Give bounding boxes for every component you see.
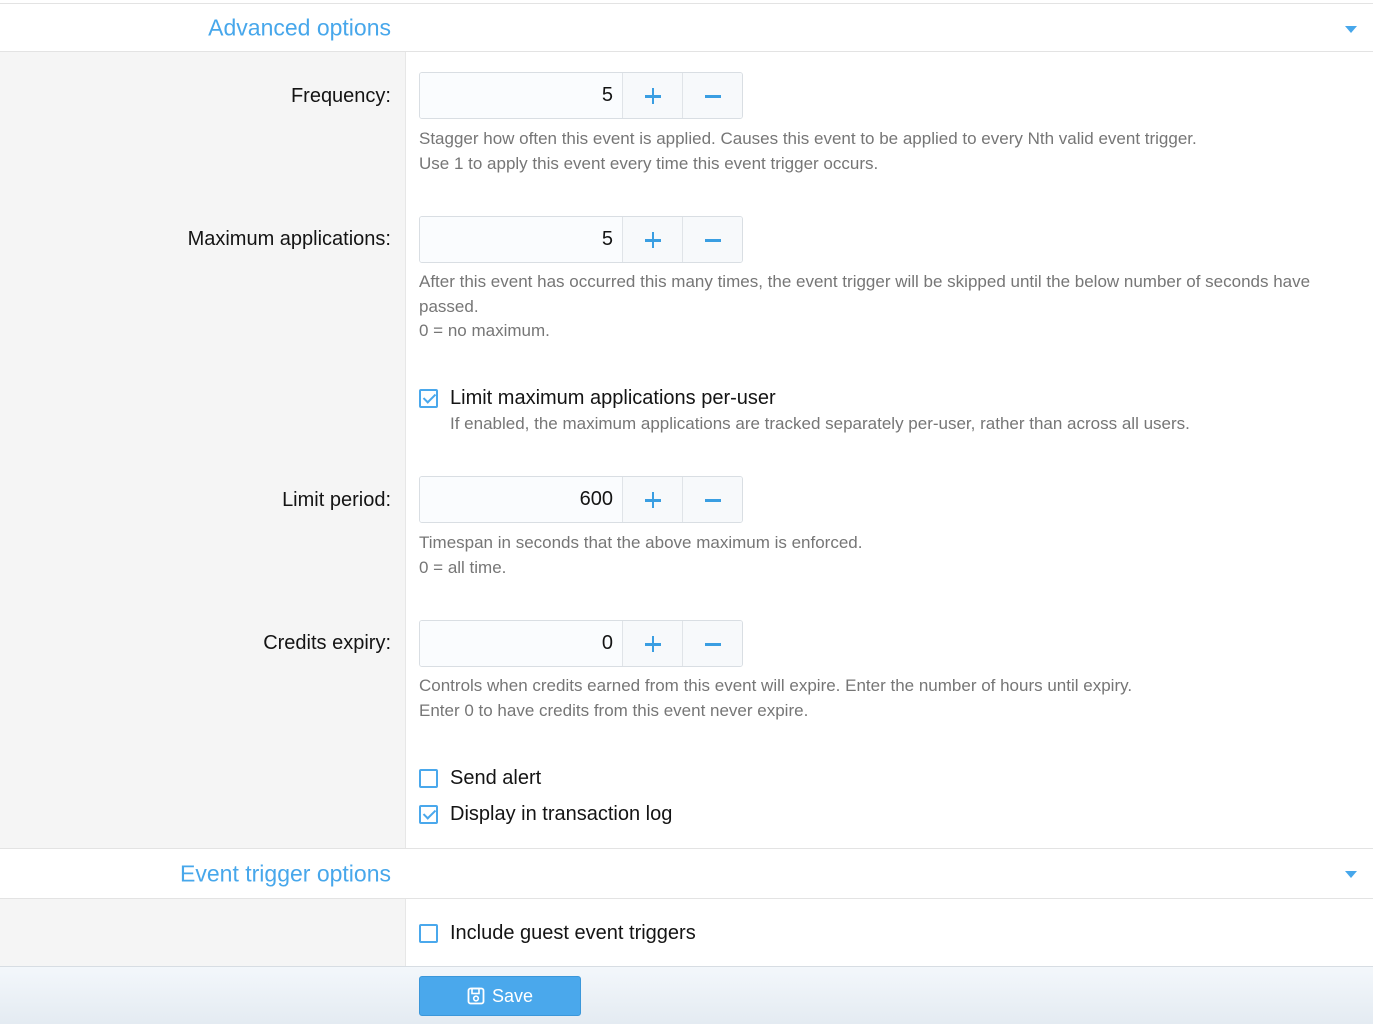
minus-icon <box>683 477 742 522</box>
advanced-options-header[interactable]: Advanced options <box>0 3 1373 52</box>
label-column <box>0 899 406 966</box>
credits-expiry-help: Controls when credits earned from this e… <box>419 674 1359 723</box>
event-trigger-options-body: Include guest event triggers <box>0 899 1373 966</box>
display-log-checkbox[interactable] <box>419 804 438 824</box>
max-applications-label: Maximum applications: <box>187 228 391 250</box>
minus-icon <box>683 73 742 118</box>
limit-period-help-line: Timespan in seconds that the above maxim… <box>419 533 863 552</box>
label-column <box>0 52 406 848</box>
max-applications-help: After this event has occurred this many … <box>419 270 1359 344</box>
save-button[interactable]: Save <box>419 976 581 1016</box>
frequency-increment-button[interactable] <box>622 73 682 118</box>
limit-per-user-checkbox[interactable] <box>419 388 438 408</box>
limit-period-decrement-button[interactable] <box>682 477 742 522</box>
plus-icon <box>623 73 682 118</box>
limit-period-help: Timespan in seconds that the above maxim… <box>419 531 1359 580</box>
credits-expiry-stepper: 0 <box>419 620 743 667</box>
frequency-help-line: Stagger how often this event is applied.… <box>419 129 1197 148</box>
include-guest-checkbox[interactable] <box>419 923 438 943</box>
event-trigger-options-title[interactable]: Event trigger options <box>180 860 391 887</box>
credits-expiry-help-line: Enter 0 to have credits from this event … <box>419 700 809 720</box>
plus-icon <box>623 477 682 522</box>
frequency-input[interactable]: 5 <box>420 73 622 118</box>
credits-expiry-label: Credits expiry: <box>263 632 391 654</box>
send-alert-option[interactable]: Send alert <box>419 766 541 790</box>
frequency-stepper: 5 <box>419 72 743 119</box>
caret-down-icon[interactable] <box>1345 871 1357 878</box>
limit-period-stepper: 600 <box>419 476 743 523</box>
max-applications-decrement-button[interactable] <box>682 217 742 262</box>
limit-per-user-help: If enabled, the maximum applications are… <box>450 414 1190 433</box>
send-alert-label: Send alert <box>450 766 542 789</box>
minus-icon <box>683 621 742 666</box>
send-alert-checkbox[interactable] <box>419 768 438 788</box>
include-guest-label: Include guest event triggers <box>450 921 696 944</box>
limit-period-help-line: 0 = all time. <box>419 557 507 577</box>
event-trigger-options-header[interactable]: Event trigger options <box>0 848 1373 899</box>
save-label: Save <box>491 985 534 1006</box>
caret-down-icon[interactable] <box>1345 26 1357 33</box>
plus-icon <box>623 621 682 666</box>
max-applications-help-line: After this event has occurred this many … <box>419 272 1311 316</box>
limit-per-user-option[interactable]: Limit maximum applications per-user <box>419 386 776 410</box>
credits-expiry-input[interactable]: 0 <box>420 621 622 666</box>
limit-period-input[interactable]: 600 <box>420 477 622 522</box>
display-log-label: Display in transaction log <box>450 802 673 825</box>
limit-period-label: Limit period: <box>282 489 391 511</box>
plus-icon <box>623 217 682 262</box>
credits-expiry-increment-button[interactable] <box>622 621 682 666</box>
max-applications-increment-button[interactable] <box>622 217 682 262</box>
frequency-label: Frequency: <box>290 85 391 107</box>
frequency-help: Stagger how often this event is applied.… <box>419 127 1359 176</box>
limit-per-user-label: Limit maximum applications per-user <box>450 386 776 409</box>
advanced-options-body: Frequency: 5 Stagger how often this even… <box>0 52 1373 848</box>
credits-expiry-help-line: Controls when credits earned from this e… <box>419 676 1133 695</box>
frequency-decrement-button[interactable] <box>682 73 742 118</box>
max-applications-help-line: 0 = no maximum. <box>419 321 550 340</box>
display-log-option[interactable]: Display in transaction log <box>419 802 672 826</box>
page: Advanced options Frequency: 5 Stagger ho… <box>0 0 1373 1024</box>
advanced-options-title[interactable]: Advanced options <box>208 14 391 41</box>
floppy-disk-icon <box>467 987 485 1005</box>
form-footer: Save <box>0 966 1373 1024</box>
minus-icon <box>683 217 742 262</box>
frequency-help-line: Use 1 to apply this event every time thi… <box>419 153 879 173</box>
include-guest-option[interactable]: Include guest event triggers <box>419 921 696 945</box>
max-applications-input[interactable]: 5 <box>420 217 622 262</box>
limit-period-increment-button[interactable] <box>622 477 682 522</box>
max-applications-stepper: 5 <box>419 216 743 263</box>
credits-expiry-decrement-button[interactable] <box>682 621 742 666</box>
